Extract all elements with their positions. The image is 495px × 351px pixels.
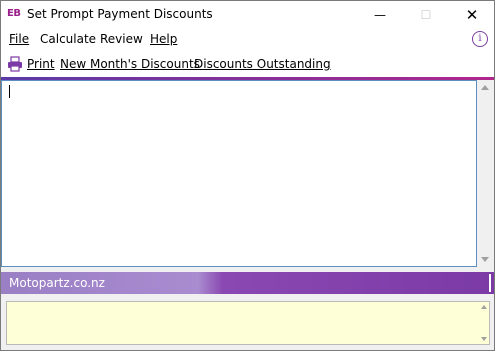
status-divider [489, 274, 491, 292]
notes-text-area[interactable] [6, 301, 490, 345]
report-text-area[interactable] [1, 80, 477, 267]
app-eb-icon: EB [7, 8, 21, 19]
new-month-discounts-button[interactable]: New Month's Discounts [60, 57, 200, 71]
menu-calculate[interactable]: Calculate [40, 32, 96, 46]
status-bar: Motopartz.co.nz [1, 272, 494, 294]
toolbar: Print New Month's Discounts Discounts Ou… [1, 51, 494, 77]
menu-bar: File Calculate Review Help i [1, 28, 494, 51]
menu-help-label: Help [150, 32, 178, 46]
title-bar[interactable]: EB Set Prompt Payment Discounts — ☐ ✕ [1, 1, 494, 28]
main-window: EB Set Prompt Payment Discounts — ☐ ✕ Fi… [0, 0, 495, 351]
window-title: Set Prompt Payment Discounts [27, 7, 213, 21]
close-icon: ✕ [465, 5, 479, 24]
scroll-up-icon[interactable] [481, 85, 489, 90]
maximize-button[interactable]: ☐ [403, 1, 449, 28]
notes-scroll-up-icon[interactable] [481, 305, 487, 309]
menu-file[interactable]: File [9, 32, 29, 46]
menu-file-label: File [9, 32, 30, 46]
maximize-icon: ☐ [420, 7, 432, 22]
menu-review[interactable]: Review [100, 32, 143, 46]
text-caret [9, 85, 10, 98]
minimize-icon: — [374, 7, 386, 22]
scroll-down-icon[interactable] [481, 257, 489, 262]
minimize-button[interactable]: — [357, 1, 403, 28]
notes-scroll-down-icon[interactable] [481, 337, 487, 341]
print-button[interactable]: Print [27, 57, 55, 71]
vertical-scrollbar[interactable] [477, 80, 494, 267]
close-button[interactable]: ✕ [449, 1, 495, 28]
menu-review-label: Review [100, 32, 143, 46]
discounts-outstanding-button[interactable]: Discounts Outstanding [194, 57, 331, 71]
menu-help[interactable]: Help [150, 32, 177, 46]
printer-icon[interactable] [7, 56, 23, 72]
info-icon[interactable]: i [472, 31, 488, 47]
notes-scrollbar[interactable] [479, 302, 490, 344]
menu-calculate-label: Calculate [40, 32, 97, 46]
company-name: Motopartz.co.nz [9, 276, 105, 290]
